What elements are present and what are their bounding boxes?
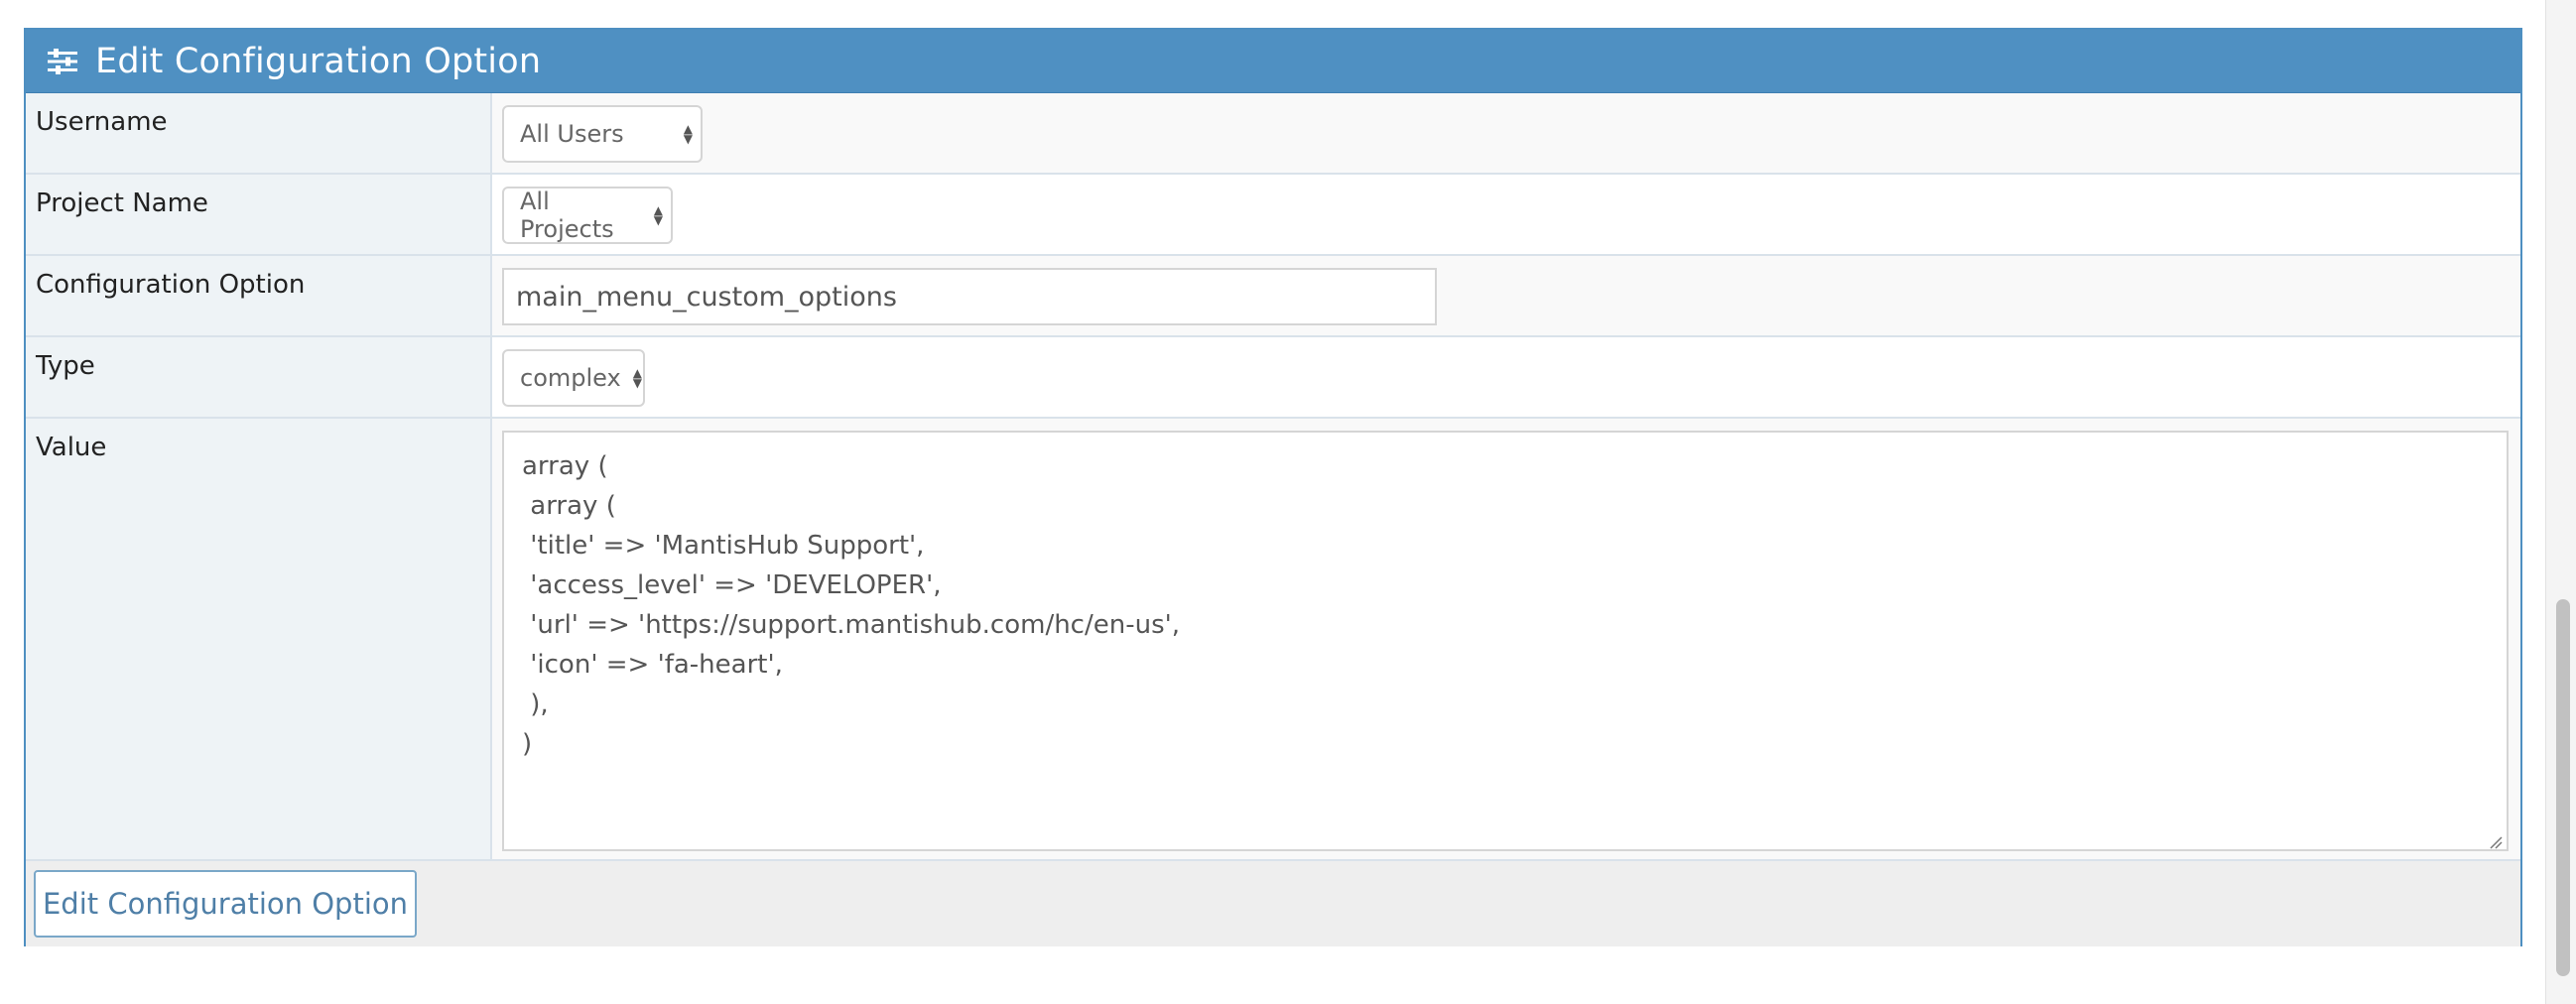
select-arrows-icon: ▲ ▼ xyxy=(653,203,663,227)
resize-grip-icon[interactable] xyxy=(2489,835,2503,849)
edit-config-button[interactable]: Edit Configuration Option xyxy=(34,870,417,938)
project-label: Project Name xyxy=(26,175,492,254)
widget-title: Edit Configuration Option xyxy=(95,41,542,81)
username-select[interactable]: All Users ▲ ▼ xyxy=(502,105,703,163)
scrollbar-thumb[interactable] xyxy=(2556,599,2570,976)
config-option-label: Configuration Option xyxy=(26,256,492,335)
sliders-icon xyxy=(48,48,77,74)
username-row: Username All Users ▲ ▼ xyxy=(26,93,2520,175)
select-arrows-icon: ▲ ▼ xyxy=(683,122,693,146)
username-label: Username xyxy=(26,93,492,173)
project-select[interactable]: All Projects ▲ ▼ xyxy=(502,187,673,244)
value-row: Value xyxy=(26,419,2520,861)
value-label: Value xyxy=(26,419,492,859)
select-arrows-icon: ▲ ▼ xyxy=(632,366,642,390)
type-select[interactable]: complex ▲ ▼ xyxy=(502,349,645,407)
type-row: Type complex ▲ ▼ xyxy=(26,337,2520,419)
type-select-value: complex xyxy=(520,364,621,392)
widget-header: Edit Configuration Option xyxy=(26,30,2520,93)
value-textarea[interactable] xyxy=(502,431,2509,851)
config-option-input[interactable] xyxy=(502,268,1437,325)
widget-footer: Edit Configuration Option xyxy=(26,861,2520,946)
edit-config-widget: Edit Configuration Option Username All U… xyxy=(24,28,2522,946)
config-option-row: Configuration Option xyxy=(26,256,2520,337)
page-scrollbar[interactable] xyxy=(2545,0,2576,1004)
username-select-value: All Users xyxy=(520,120,624,148)
project-select-value: All Projects xyxy=(520,188,614,243)
project-row: Project Name All Projects ▲ ▼ xyxy=(26,175,2520,256)
type-label: Type xyxy=(26,337,492,417)
